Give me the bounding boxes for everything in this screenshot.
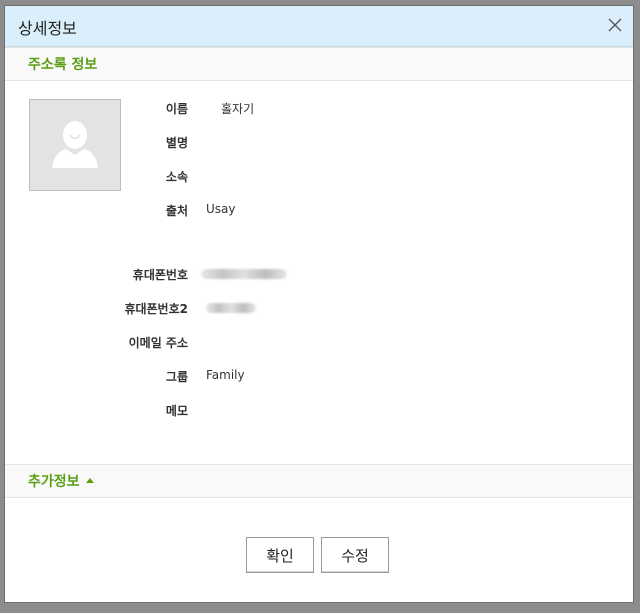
field-label-mobile: 휴대폰번호	[132, 268, 188, 282]
close-icon[interactable]	[605, 15, 625, 35]
field-row-nickname: 별명	[68, 134, 408, 152]
field-value-mobile	[201, 266, 401, 280]
field-row-memo: 메모	[68, 402, 408, 420]
section-contact-header: 주소록 정보	[5, 47, 633, 81]
detail-dialog: 상세정보 주소록 정보 이름 홀자기 별명 소속 출처 Usay 휴대폰번호 휴…	[5, 6, 633, 602]
field-label-nickname: 별명	[165, 136, 188, 150]
field-label-email: 이메일 주소	[128, 336, 188, 350]
dialog-titlebar: 상세정보	[5, 6, 633, 47]
field-label-mobile2: 휴대폰번호2	[124, 302, 188, 316]
field-label-memo: 메모	[165, 404, 188, 418]
section-extra-label: 추가정보	[28, 474, 80, 490]
field-value-name: 홀자기	[221, 102, 255, 116]
field-label-group: 그룹	[165, 370, 188, 384]
caret-up-icon	[85, 477, 94, 483]
field-value-group: Family	[206, 368, 245, 382]
confirm-button[interactable]: 확인	[246, 537, 314, 573]
section-contact-label: 주소록 정보	[28, 57, 98, 73]
field-row-source: 출처 Usay	[68, 202, 408, 220]
field-value-mobile2	[206, 300, 406, 314]
edit-button[interactable]: 수정	[321, 537, 389, 573]
field-value-source: Usay	[206, 202, 236, 216]
dialog-title: 상세정보	[18, 19, 77, 38]
field-row-mobile2: 휴대폰번호2	[68, 300, 408, 318]
field-row-group: 그룹 Family	[68, 368, 408, 386]
section-extra-toggle[interactable]: 추가정보	[28, 471, 94, 491]
field-row-name: 이름 홀자기	[68, 100, 408, 118]
field-label-name: 이름	[165, 102, 188, 116]
field-label-source: 출처	[165, 204, 188, 218]
field-row-email: 이메일 주소	[68, 334, 408, 352]
field-row-affiliation: 소속	[68, 168, 408, 186]
field-label-affiliation: 소속	[165, 170, 188, 184]
field-row-mobile: 휴대폰번호	[68, 266, 408, 284]
section-extra-header[interactable]: 추가정보	[5, 464, 633, 498]
